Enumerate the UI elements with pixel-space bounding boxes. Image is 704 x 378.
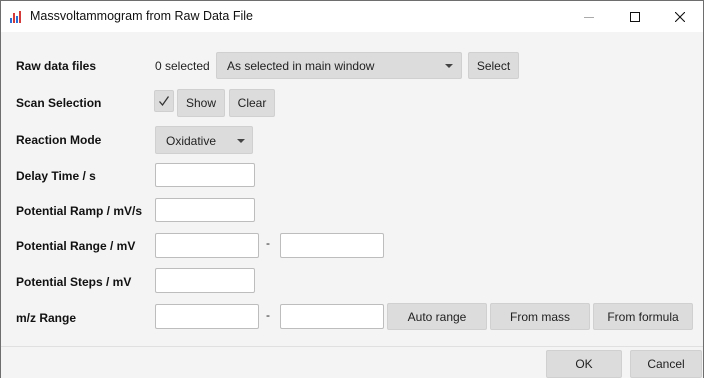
- potential-range-min-input[interactable]: [155, 233, 259, 258]
- mz-range-separator: -: [266, 308, 270, 322]
- close-button[interactable]: [657, 1, 703, 32]
- minimize-icon: [584, 16, 594, 18]
- chevron-down-icon: [445, 64, 453, 68]
- mz-range-max-input[interactable]: [280, 304, 384, 329]
- from-mass-button[interactable]: From mass: [490, 303, 590, 330]
- potential-ramp-label: Potential Ramp / mV/s: [16, 204, 143, 218]
- window-title: Massvoltammogram from Raw Data File: [30, 9, 253, 23]
- dialog-window: Massvoltammogram from Raw Data File Raw …: [0, 0, 704, 378]
- reaction-mode-combo[interactable]: Oxidative: [155, 126, 253, 154]
- auto-range-button[interactable]: Auto range: [387, 303, 487, 330]
- delay-time-label: Delay Time / s: [16, 169, 96, 183]
- from-formula-button[interactable]: From formula: [593, 303, 693, 330]
- raw-data-files-combo-value: As selected in main window: [227, 59, 375, 73]
- potential-range-label: Potential Range / mV: [16, 239, 136, 253]
- scan-selection-checkbox[interactable]: [154, 90, 174, 112]
- checkmark-icon: [159, 96, 170, 107]
- potential-range-max-input[interactable]: [280, 233, 384, 258]
- maximize-button[interactable]: [612, 1, 658, 32]
- raw-data-selected-count: 0 selected: [155, 59, 210, 73]
- ok-button[interactable]: OK: [546, 350, 622, 378]
- select-raw-files-button[interactable]: Select: [468, 52, 519, 79]
- maximize-icon: [630, 11, 640, 22]
- potential-steps-label: Potential Steps / mV: [16, 275, 132, 289]
- show-scan-button[interactable]: Show: [177, 89, 225, 117]
- title-bar[interactable]: Massvoltammogram from Raw Data File: [1, 1, 703, 32]
- potential-range-separator: -: [266, 236, 270, 250]
- chevron-down-icon: [237, 139, 245, 143]
- raw-data-files-label: Raw data files: [16, 59, 97, 73]
- clear-scan-button[interactable]: Clear: [229, 89, 275, 117]
- mz-range-min-input[interactable]: [155, 304, 259, 329]
- chart-bars-icon: [10, 11, 21, 23]
- mz-range-label: m/z Range: [16, 311, 77, 325]
- reaction-mode-value: Oxidative: [166, 134, 217, 148]
- minimize-button[interactable]: [566, 1, 612, 32]
- potential-ramp-input[interactable]: [155, 198, 255, 222]
- raw-data-files-combo[interactable]: As selected in main window: [216, 52, 462, 79]
- delay-time-input[interactable]: [155, 163, 255, 187]
- dialog-body: Raw data files 0 selected As selected in…: [1, 32, 703, 346]
- dialog-footer: OK Cancel: [1, 346, 703, 378]
- reaction-mode-label: Reaction Mode: [16, 133, 102, 147]
- close-icon: [675, 11, 685, 22]
- potential-steps-input[interactable]: [155, 268, 255, 293]
- cancel-button[interactable]: Cancel: [630, 350, 702, 378]
- scan-selection-label: Scan Selection: [16, 96, 102, 110]
